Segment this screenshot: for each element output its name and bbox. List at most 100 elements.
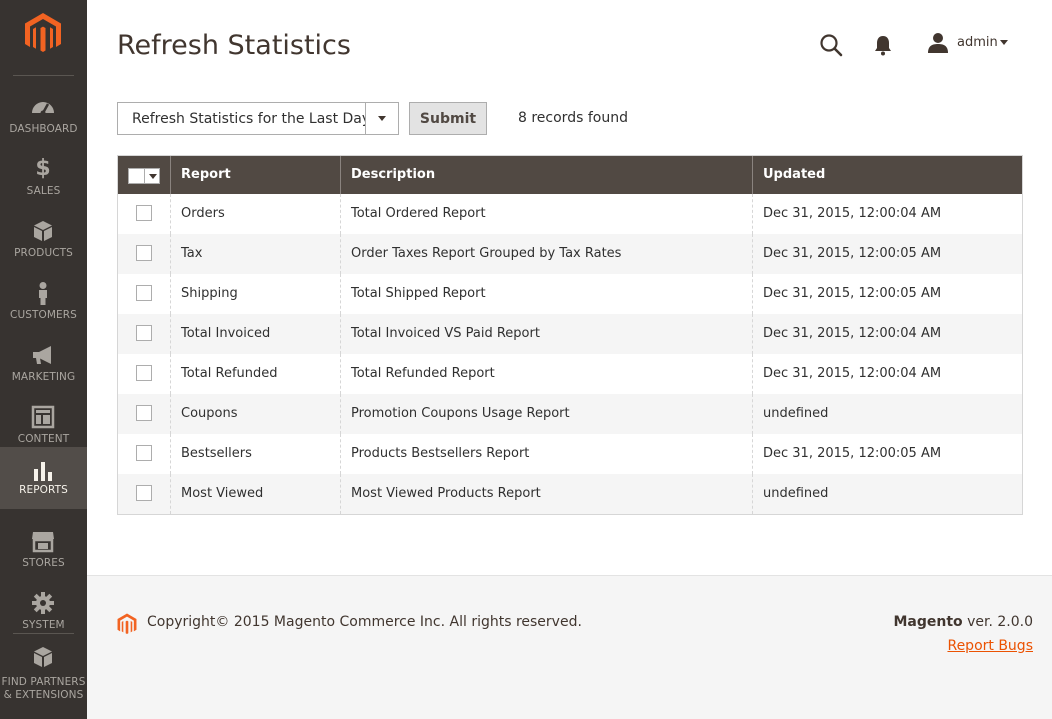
- report-updated: Dec 31, 2015, 12:00:04 AM: [763, 366, 942, 381]
- partners-box-icon: [34, 647, 52, 667]
- report-description: Most Viewed Products Report: [341, 474, 753, 514]
- dashboard-icon: [32, 102, 54, 116]
- sidebar-item-stores[interactable]: STORES: [0, 521, 87, 583]
- sidebar-item-label: SALES: [26, 185, 61, 197]
- report-updated: Dec 31, 2015, 12:00:05 AM: [763, 286, 942, 301]
- version-info: Magento ver. 2.0.0: [893, 614, 1033, 630]
- user-name: admin: [957, 35, 998, 50]
- sidebar-item-reports[interactable]: REPORTS: [0, 447, 87, 509]
- chevron-down-icon: [378, 116, 386, 121]
- report-description: Promotion Coupons Usage Report: [341, 394, 753, 434]
- sidebar-item-customers[interactable]: CUSTOMERS: [0, 273, 87, 335]
- column-header-updated[interactable]: Updated: [753, 156, 1022, 194]
- mass-select-dropdown[interactable]: [128, 168, 160, 184]
- table-row: Bestsellers Products Bestsellers Report …: [118, 434, 1022, 474]
- sidebar-item-system[interactable]: SYSTEM: [0, 583, 87, 645]
- page-footer: Copyright© 2015 Magento Commerce Inc. Al…: [87, 575, 1052, 719]
- mass-select-checkbox[interactable]: [129, 169, 145, 183]
- report-description: Total Shipped Report: [341, 274, 753, 314]
- box-icon: [34, 221, 52, 241]
- sidebar-item-marketing[interactable]: MARKETING: [0, 335, 87, 397]
- sidebar-item-label: MARKETING: [11, 371, 76, 383]
- table-row: Total Refunded Total Refunded Report Dec…: [118, 354, 1022, 394]
- sidebar-item-label: DASHBOARD: [9, 123, 78, 135]
- submit-button[interactable]: Submit: [409, 102, 487, 135]
- sidebar-item-label: SYSTEM: [22, 619, 65, 631]
- report-description: Total Invoiced VS Paid Report: [341, 314, 753, 354]
- store-icon: [32, 532, 54, 553]
- layout-icon: [31, 405, 55, 429]
- bar-chart-icon: [34, 462, 52, 481]
- report-name: Orders: [171, 194, 341, 234]
- grid-header: Report Description Updated: [118, 156, 1022, 194]
- sidebar-item-label: STORES: [22, 557, 65, 569]
- row-select-cell: [118, 434, 171, 474]
- row-checkbox[interactable]: [136, 245, 152, 261]
- search-icon[interactable]: [819, 33, 843, 57]
- sidebar-item-label-line1: FIND PARTNERS: [1, 676, 86, 688]
- table-row: Orders Total Ordered Report Dec 31, 2015…: [118, 194, 1022, 234]
- user-icon: [928, 33, 948, 53]
- report-description: Order Taxes Report Grouped by Tax Rates: [341, 234, 753, 274]
- admin-sidebar: DASHBOARD $ SALES PRODUCTS CUSTOMERS MAR…: [0, 0, 87, 719]
- row-select-cell: [118, 274, 171, 314]
- page-title: Refresh Statistics: [117, 30, 351, 61]
- report-bugs-link[interactable]: Report Bugs: [947, 638, 1033, 654]
- table-row: Most Viewed Most Viewed Products Report …: [118, 474, 1022, 514]
- report-name: Shipping: [171, 274, 341, 314]
- column-header-report[interactable]: Report: [171, 156, 341, 194]
- chevron-down-icon: [149, 174, 157, 179]
- brand-name: Magento: [893, 614, 963, 630]
- row-select-cell: [118, 314, 171, 354]
- row-select-cell: [118, 474, 171, 514]
- report-updated: Dec 31, 2015, 12:00:04 AM: [763, 326, 942, 341]
- magento-logo-icon[interactable]: [24, 12, 62, 54]
- records-count: 8 records found: [518, 110, 628, 126]
- table-row: Coupons Promotion Coupons Usage Report u…: [118, 394, 1022, 434]
- sidebar-item-dashboard[interactable]: DASHBOARD: [0, 87, 87, 149]
- table-row: Total Invoiced Total Invoiced VS Paid Re…: [118, 314, 1022, 354]
- sidebar-item-sales[interactable]: $ SALES: [0, 149, 87, 211]
- gear-icon: [32, 592, 54, 614]
- report-description: Products Bestsellers Report: [341, 434, 753, 474]
- report-description: Total Refunded Report: [341, 354, 753, 394]
- column-header-description[interactable]: Description: [341, 156, 753, 194]
- report-updated: Dec 31, 2015, 12:00:05 AM: [763, 246, 942, 261]
- row-checkbox[interactable]: [136, 205, 152, 221]
- admin-user-menu[interactable]: admin: [927, 32, 1017, 56]
- row-checkbox[interactable]: [136, 485, 152, 501]
- sidebar-item-label-line2: & EXTENSIONS: [3, 689, 84, 701]
- report-name: Tax: [171, 234, 341, 274]
- row-checkbox[interactable]: [136, 365, 152, 381]
- table-row: Tax Order Taxes Report Grouped by Tax Ra…: [118, 234, 1022, 274]
- report-description: Total Ordered Report: [341, 194, 753, 234]
- row-checkbox[interactable]: [136, 325, 152, 341]
- sidebar-item-label: REPORTS: [19, 484, 68, 496]
- dollar-icon: $: [35, 156, 51, 181]
- sidebar-item-products[interactable]: PRODUCTS: [0, 211, 87, 273]
- report-updated: Dec 31, 2015, 12:00:05 AM: [763, 446, 942, 461]
- row-select-cell: [118, 354, 171, 394]
- sidebar-item-label: CONTENT: [17, 433, 70, 445]
- sidebar-item-find-partners[interactable]: FIND PARTNERS & EXTENSIONS: [0, 643, 87, 703]
- version-number: ver. 2.0.0: [962, 614, 1033, 630]
- row-checkbox[interactable]: [136, 405, 152, 421]
- row-checkbox[interactable]: [136, 285, 152, 301]
- row-checkbox[interactable]: [136, 445, 152, 461]
- sidebar-item-label: CUSTOMERS: [10, 309, 77, 321]
- report-name: Total Invoiced: [171, 314, 341, 354]
- row-select-cell: [118, 394, 171, 434]
- sidebar-item-label: FIND PARTNERS & EXTENSIONS: [0, 676, 87, 702]
- period-select[interactable]: Refresh Statistics for the Last Day: [117, 102, 399, 135]
- sidebar-divider: [13, 75, 74, 76]
- table-row: Shipping Total Shipped Report Dec 31, 20…: [118, 274, 1022, 314]
- person-icon: [39, 282, 47, 305]
- report-updated: undefined: [763, 406, 829, 421]
- copyright-text: Copyright© 2015 Magento Commerce Inc. Al…: [147, 614, 582, 630]
- report-updated: Dec 31, 2015, 12:00:04 AM: [763, 206, 942, 221]
- bell-icon[interactable]: [873, 34, 893, 56]
- sidebar-divider: [13, 633, 74, 634]
- report-name: Most Viewed: [171, 474, 341, 514]
- period-select-toggle[interactable]: [365, 103, 398, 134]
- period-select-value: Refresh Statistics for the Last Day: [132, 111, 371, 127]
